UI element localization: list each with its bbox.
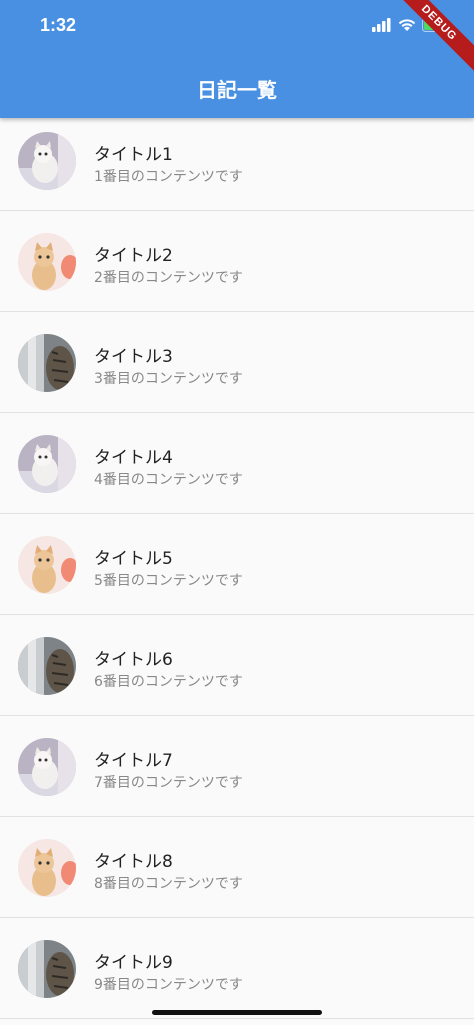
item-title: タイトル7 (94, 751, 173, 771)
item-title: タイトル5 (94, 549, 173, 569)
status-time: 1:32 (40, 15, 77, 35)
item-title: タイトル2 (94, 246, 173, 266)
page-title: 日記一覧 (197, 78, 277, 102)
item-subtitle: 4番目のコンテンツです (94, 472, 243, 488)
item-title: タイトル1 (94, 145, 173, 165)
wifi-icon (398, 19, 416, 31)
tabby-cat-avatar (18, 334, 76, 392)
white-cat-avatar (18, 435, 76, 493)
item-title: タイトル9 (94, 953, 173, 973)
item-subtitle: 9番目のコンテンツです (94, 977, 243, 993)
item-subtitle: 5番目のコンテンツです (94, 573, 243, 589)
ginger-kitten-avatar (18, 233, 76, 291)
list-item[interactable]: タイトル2 2番目のコンテンツです (0, 211, 474, 312)
list-item[interactable]: タイトル6 6番目のコンテンツです (0, 615, 474, 716)
diary-list: タイトル1 1番目のコンテンツです タイトル2 2番目のコンテンツです タイトル… (0, 118, 474, 1019)
item-title: タイトル4 (94, 448, 173, 468)
item-title: タイトル8 (94, 852, 173, 872)
list-item[interactable]: タイトル9 9番目のコンテンツです (0, 918, 474, 1019)
list-item[interactable]: タイトル4 4番目のコンテンツです (0, 413, 474, 514)
white-cat-avatar (18, 132, 76, 190)
tabby-cat-avatar (18, 637, 76, 695)
item-subtitle: 1番目のコンテンツです (94, 169, 243, 185)
item-subtitle: 6番目のコンテンツです (94, 674, 243, 690)
list-item[interactable]: タイトル7 7番目のコンテンツです (0, 716, 474, 817)
item-title: タイトル6 (94, 650, 173, 670)
ginger-kitten-avatar (18, 536, 76, 594)
item-subtitle: 7番目のコンテンツです (94, 775, 243, 791)
tabby-cat-avatar (18, 940, 76, 998)
item-subtitle: 2番目のコンテンツです (94, 270, 243, 286)
item-subtitle: 8番目のコンテンツです (94, 876, 243, 892)
cellular-signal-icon (372, 18, 391, 32)
list-item[interactable]: タイトル8 8番目のコンテンツです (0, 817, 474, 918)
list-item[interactable]: タイトル3 3番目のコンテンツです (0, 312, 474, 413)
list-item[interactable]: タイトル1 1番目のコンテンツです (0, 118, 474, 211)
app-bar: 1:32 日記一覧 (0, 0, 474, 118)
home-indicator[interactable] (152, 1010, 322, 1015)
item-title: タイトル3 (94, 347, 173, 367)
list-item[interactable]: タイトル5 5番目のコンテンツです (0, 514, 474, 615)
ginger-kitten-avatar (18, 839, 76, 897)
item-subtitle: 3番目のコンテンツです (94, 371, 243, 387)
white-cat-avatar (18, 738, 76, 796)
